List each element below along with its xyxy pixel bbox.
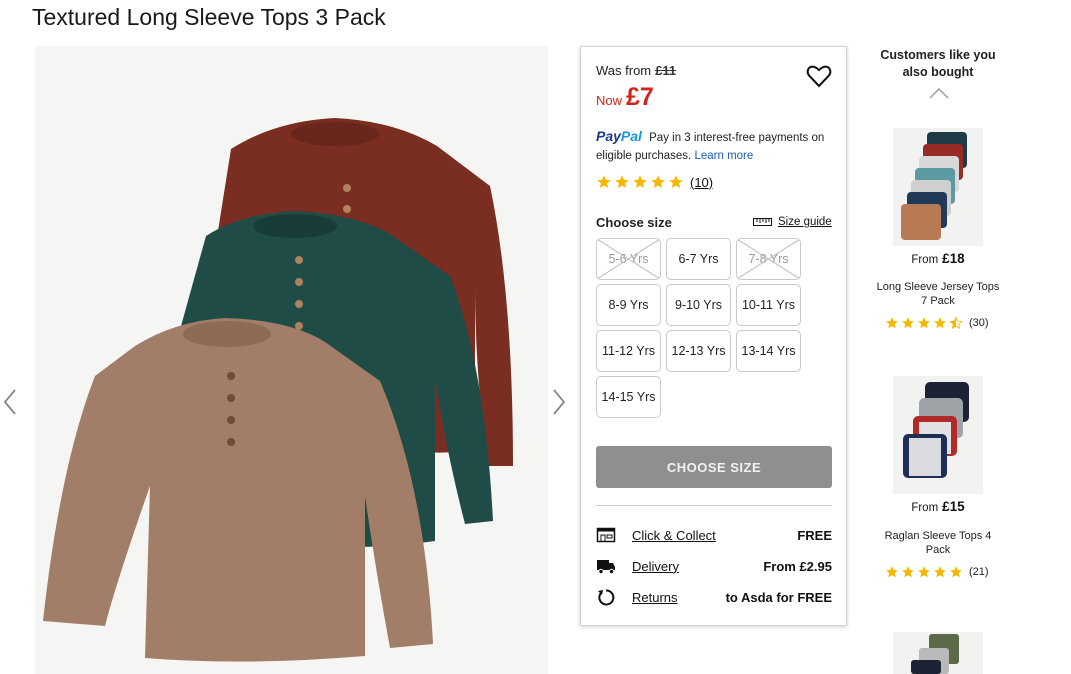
star-icon (902, 566, 914, 578)
size-option-7-8[interactable]: 7-8 Yrs (736, 238, 801, 280)
chevron-left-icon[interactable] (2, 388, 18, 416)
recommendation-price-2: From £15 (911, 499, 965, 514)
size-guide-link[interactable]: Size guide (753, 216, 832, 228)
unavailable-cross (597, 239, 660, 279)
return-icon (598, 589, 615, 606)
recommendation-name-2[interactable]: Raglan Sleeve Tops 4 Pack (873, 529, 1003, 557)
truck-icon (597, 560, 615, 575)
old-price: £11 (655, 63, 677, 78)
ruler-icon (753, 218, 772, 226)
returns-value: to Asda for FREE (725, 589, 832, 605)
chevron-up-icon[interactable] (928, 86, 950, 100)
star-icon (934, 566, 946, 578)
now-price: Now £7 (596, 83, 654, 111)
star-icon (886, 566, 898, 578)
returns-link[interactable]: Returns (632, 590, 678, 605)
delivery-row: Delivery From £2.95 (596, 554, 832, 578)
click-collect-row: Click & Collect FREE (596, 523, 832, 547)
star-icon (950, 566, 962, 578)
page-title: Textured Long Sleeve Tops 3 Pack (32, 4, 386, 30)
star-icon (886, 317, 898, 329)
recommendation-review-count-1: (30) (969, 317, 989, 329)
unavailable-cross (737, 239, 800, 279)
recommendation-price-1: From £18 (911, 251, 965, 266)
paypal-promo: PayPal Pay in 3 interest-free payments o… (596, 127, 841, 165)
star-icon (902, 317, 914, 329)
choose-size-label: Choose size (596, 215, 672, 230)
star-icon (597, 175, 611, 188)
store-icon (596, 527, 616, 543)
size-option-5-6[interactable]: 5-6 Yrs (596, 238, 661, 280)
recommendation-image-3[interactable] (893, 632, 983, 674)
star-icon (934, 317, 946, 329)
size-option-10-11[interactable]: 10-11 Yrs (736, 284, 801, 326)
star-icon (669, 175, 683, 188)
size-option-14-15[interactable]: 14-15 Yrs (596, 376, 661, 418)
recommendations-title: Customers like you also bought (880, 48, 996, 79)
click-collect-value: FREE (797, 527, 832, 543)
was-price: Was from £11 (596, 63, 677, 78)
sale-price: £7 (626, 83, 654, 111)
recommendation-image-2[interactable] (893, 376, 983, 494)
returns-row: Returns to Asda for FREE (596, 585, 832, 609)
star-icon (633, 175, 647, 188)
recommendation-image-1[interactable] (893, 128, 983, 246)
delivery-link[interactable]: Delivery (632, 559, 679, 574)
size-option-11-12[interactable]: 11-12 Yrs (596, 330, 661, 372)
divider (596, 505, 832, 506)
size-option-9-10[interactable]: 9-10 Yrs (666, 284, 731, 326)
chevron-right-icon[interactable] (551, 388, 567, 416)
recommendation-rating-1: (30) (885, 316, 989, 330)
click-collect-link[interactable]: Click & Collect (632, 528, 716, 543)
learn-more-link[interactable]: Learn more (694, 150, 753, 162)
product-rating[interactable]: (10) (596, 174, 713, 190)
review-count[interactable]: (10) (690, 175, 713, 190)
size-option-8-9[interactable]: 8-9 Yrs (596, 284, 661, 326)
purchase-panel: Was from £11 Now £7 PayPal Pay in 3 intere… (580, 46, 847, 626)
paypal-logo: PayPal (596, 128, 642, 144)
half-star-icon (949, 316, 963, 330)
recommendation-name-1[interactable]: Long Sleeve Jersey Tops 7 Pack (873, 280, 1003, 308)
choose-size-button[interactable]: CHOOSE SIZE (596, 446, 832, 488)
size-option-6-7[interactable]: 6-7 Yrs (666, 238, 731, 280)
star-icon (651, 175, 665, 188)
recommendation-rating-2: (21) (885, 565, 989, 579)
heart-icon[interactable] (806, 63, 832, 89)
star-icon (918, 566, 930, 578)
product-image[interactable] (35, 46, 548, 674)
size-option-13-14[interactable]: 13-14 Yrs (736, 330, 801, 372)
star-icon (918, 317, 930, 329)
star-icon (615, 175, 629, 188)
delivery-value: From £2.95 (763, 558, 832, 574)
recommendation-review-count-2: (21) (969, 566, 989, 578)
size-option-12-13[interactable]: 12-13 Yrs (666, 330, 731, 372)
